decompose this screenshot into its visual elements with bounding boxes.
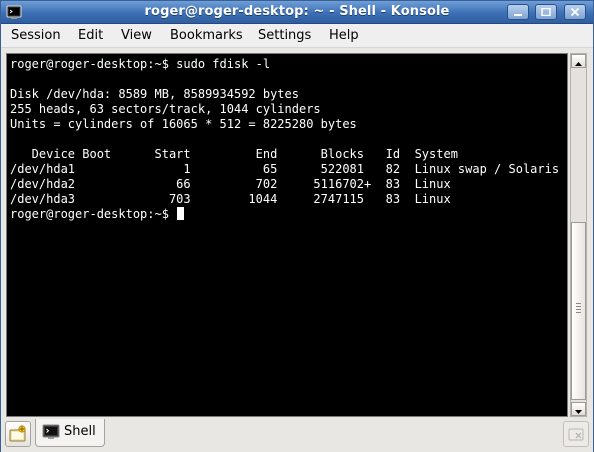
maximize-button[interactable] bbox=[535, 4, 557, 20]
scrollbar-thumb[interactable] bbox=[571, 222, 586, 400]
title-bar[interactable]: roger@roger-desktop: ~ - Shell - Konsole bbox=[1, 1, 593, 24]
close-session-button[interactable] bbox=[563, 421, 589, 447]
terminal-line: 255 heads, 63 sectors/track, 1044 cylind… bbox=[10, 102, 321, 116]
menu-bar: Session Edit View Bookmarks Settings Hel… bbox=[1, 24, 593, 48]
terminal-line: /dev/hda3 703 1044 2747115 83 Linux bbox=[10, 192, 451, 206]
terminal-icon bbox=[42, 424, 60, 444]
text-cursor bbox=[177, 207, 185, 220]
grip-line bbox=[576, 312, 581, 313]
menu-settings[interactable]: Settings bbox=[258, 28, 311, 43]
scroll-down-button[interactable] bbox=[571, 402, 586, 416]
close-button[interactable] bbox=[564, 4, 586, 20]
tab-shell[interactable]: Shell bbox=[35, 419, 105, 447]
minimize-button[interactable] bbox=[507, 4, 529, 20]
terminal-line: roger@roger-desktop:~$ sudo fdisk -l bbox=[10, 57, 271, 71]
menu-view[interactable]: View bbox=[121, 28, 152, 43]
menu-edit[interactable]: Edit bbox=[78, 28, 103, 43]
menu-session[interactable]: Session bbox=[11, 28, 61, 43]
arrow-up-icon bbox=[575, 62, 582, 66]
new-session-button[interactable] bbox=[5, 421, 31, 447]
shell-prompt: roger@roger-desktop:~$ bbox=[10, 207, 177, 221]
close-icon bbox=[570, 8, 580, 16]
scroll-up-button[interactable] bbox=[571, 54, 586, 68]
grip-line bbox=[576, 303, 581, 304]
arrow-down-icon bbox=[575, 410, 582, 414]
grip-line bbox=[576, 306, 581, 307]
vertical-scrollbar[interactable] bbox=[570, 53, 587, 417]
terminal-line: Units = cylinders of 16065 * 512 = 82252… bbox=[10, 117, 357, 131]
menu-help[interactable]: Help bbox=[329, 28, 359, 43]
terminal-line: /dev/hda2 66 702 5116702+ 83 Linux bbox=[10, 177, 451, 191]
tab-label: Shell bbox=[64, 424, 96, 439]
terminal-line: Disk /dev/hda: 8589 MB, 8589934592 bytes bbox=[10, 87, 299, 101]
terminal-line: /dev/hda1 1 65 522081 82 Linux swap / So… bbox=[10, 162, 560, 176]
terminal-line: Device Boot Start End Blocks Id System bbox=[10, 147, 458, 161]
session-tab-bar: Shell bbox=[1, 419, 593, 452]
window-title: roger@roger-desktop: ~ - Shell - Konsole bbox=[144, 4, 450, 19]
menu-bookmarks[interactable]: Bookmarks bbox=[170, 28, 243, 43]
new-session-icon bbox=[9, 425, 26, 442]
close-session-icon bbox=[568, 428, 584, 441]
konsole-window: roger@roger-desktop: ~ - Shell - Konsole… bbox=[0, 0, 594, 452]
grip-line bbox=[576, 309, 581, 310]
minimize-icon bbox=[514, 14, 522, 16]
terminal-prompt-line: roger@roger-desktop:~$ bbox=[10, 207, 185, 222]
terminal-display[interactable]: roger@roger-desktop:~$ sudo fdisk -l Dis… bbox=[6, 53, 568, 417]
maximize-icon bbox=[541, 8, 551, 16]
